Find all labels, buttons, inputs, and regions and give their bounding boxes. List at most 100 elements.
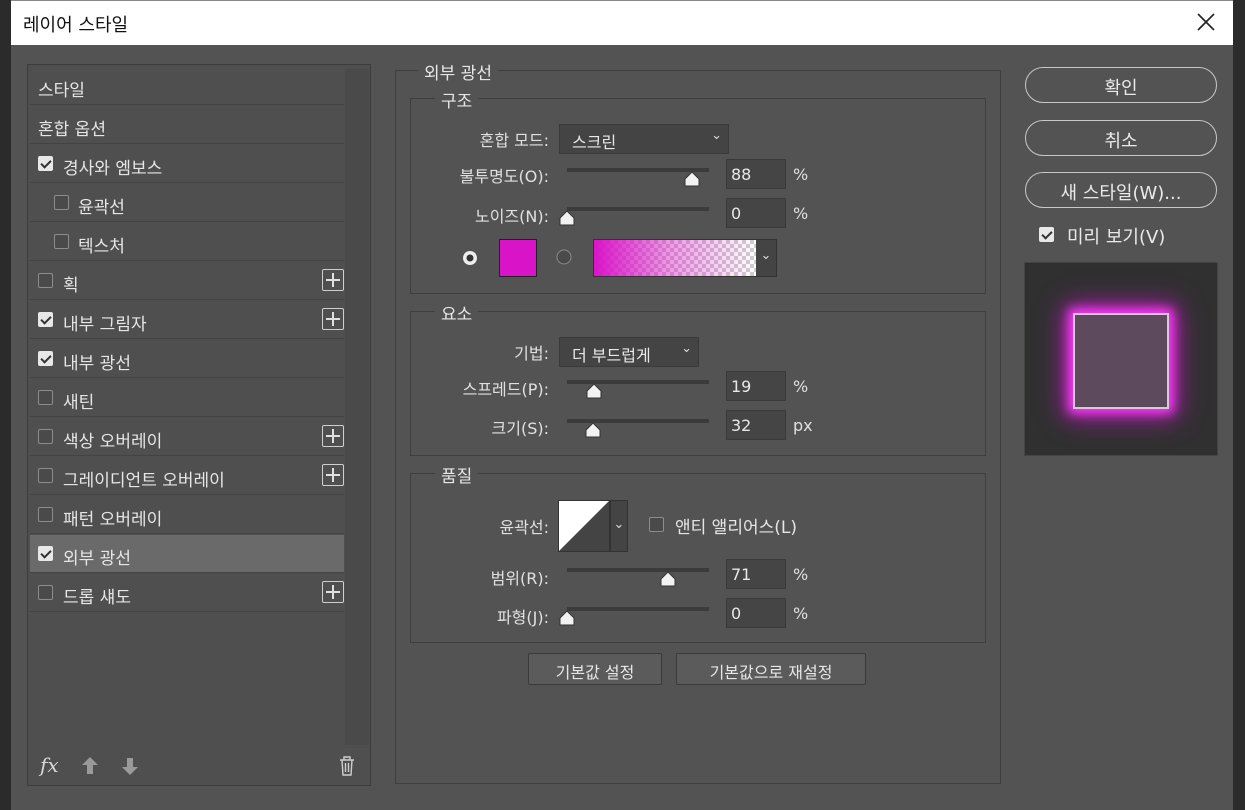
spread-unit: %: [793, 377, 809, 396]
style-item-label: 색상 오버레이: [63, 432, 163, 452]
style-item-label: 획: [63, 276, 79, 296]
style-item-checkbox[interactable]: [38, 468, 53, 483]
style-item[interactable]: 드롭 섀도: [30, 574, 344, 612]
opacity-input[interactable]: 88: [726, 159, 786, 189]
outer-glow-panel: 외부 광선 구조 혼합 모드: 스크린 ⌄ 불투명도(O): 88 % 노이즈(…: [395, 59, 1001, 784]
reset-default-button[interactable]: 기본값으로 재설정: [676, 653, 866, 685]
range-input[interactable]: 71: [726, 559, 786, 589]
technique-value: 더 부드럽게: [572, 346, 651, 365]
fx-icon[interactable]: fx: [40, 753, 59, 777]
glow-color-swatch[interactable]: [499, 239, 537, 277]
jitter-slider-thumb[interactable]: [559, 610, 575, 626]
style-item-checkbox[interactable]: [38, 273, 53, 288]
blend-mode-dropdown[interactable]: 스크린 ⌄: [559, 124, 729, 154]
panel-title: 외부 광선: [418, 59, 498, 84]
noise-input[interactable]: 0: [726, 198, 786, 228]
move-down-icon[interactable]: [120, 755, 140, 777]
move-up-icon[interactable]: [80, 755, 100, 777]
opacity-slider-thumb[interactable]: [684, 171, 700, 187]
spread-input[interactable]: 19: [726, 371, 786, 401]
jitter-label: 파형(J):: [496, 608, 549, 627]
jitter-input[interactable]: 0: [726, 598, 786, 628]
style-item[interactable]: 윤곽선: [30, 184, 344, 222]
jitter-slider-track[interactable]: [567, 607, 709, 611]
dialog-title: 레이어 스타일: [23, 15, 129, 36]
contour-picker[interactable]: [558, 500, 610, 552]
cancel-button[interactable]: 취소: [1025, 120, 1217, 156]
style-item[interactable]: 혼합 옵션: [30, 106, 344, 144]
style-item-checkbox[interactable]: [38, 546, 53, 561]
size-unit: px: [793, 416, 813, 435]
style-item-checkbox[interactable]: [54, 234, 69, 249]
size-label: 크기(S):: [491, 419, 549, 438]
noise-unit: %: [793, 204, 809, 223]
style-item[interactable]: 패턴 오버레이: [30, 496, 344, 534]
jitter-unit: %: [793, 604, 809, 623]
style-item-label: 경사와 엠보스: [63, 159, 163, 179]
style-item-checkbox[interactable]: [54, 195, 69, 210]
add-instance-icon[interactable]: [322, 464, 344, 486]
make-default-button[interactable]: 기본값 설정: [528, 653, 662, 685]
style-item-label: 텍스처: [78, 237, 125, 257]
gradient-picker[interactable]: ⌄: [593, 239, 777, 277]
chevron-down-icon: ⌄: [681, 341, 692, 356]
title-bar: 레이어 스타일: [11, 0, 1233, 45]
close-icon: [1197, 13, 1215, 31]
style-item-label: 패턴 오버레이: [63, 510, 163, 530]
size-input[interactable]: 32: [726, 410, 786, 440]
solid-color-radio[interactable]: [461, 249, 479, 267]
add-instance-icon[interactable]: [322, 269, 344, 291]
preview-checkbox[interactable]: [1039, 227, 1054, 242]
antialias-label: 앤티 앨리어스(L): [675, 518, 797, 538]
chevron-down-icon: ⌄: [711, 128, 722, 143]
range-slider-thumb[interactable]: [660, 571, 676, 587]
style-item-label: 내부 그림자: [63, 315, 147, 335]
style-item-checkbox[interactable]: [38, 351, 53, 366]
style-item[interactable]: 색상 오버레이: [30, 418, 344, 456]
add-instance-icon[interactable]: [322, 425, 344, 447]
gradient-radio[interactable]: [555, 248, 573, 266]
style-item[interactable]: 내부 광선: [30, 340, 344, 378]
style-item-label: 혼합 옵션: [38, 120, 106, 140]
layer-style-dialog: 레이어 스타일 스타일혼합 옵션경사와 엠보스윤곽선텍스처획내부 그림자내부 광…: [11, 0, 1233, 810]
ok-button[interactable]: 확인: [1025, 67, 1217, 103]
blend-mode-label: 혼합 모드:: [479, 131, 549, 150]
new-style-button[interactable]: 새 스타일(W)...: [1025, 172, 1217, 208]
style-item-checkbox[interactable]: [38, 585, 53, 600]
spread-label: 스프레드(P):: [462, 380, 549, 399]
quality-group: 품질 윤곽선: ⌄ 앤티 앨리어스(L) 범위(R): 71 % 파형(J): …: [410, 462, 986, 643]
style-item-checkbox[interactable]: [38, 429, 53, 444]
style-item-checkbox[interactable]: [38, 156, 53, 171]
style-item[interactable]: 그레이디언트 오버레이: [30, 457, 344, 495]
close-button[interactable]: [1193, 9, 1219, 35]
style-item-label: 내부 광선: [63, 354, 131, 374]
noise-slider-thumb[interactable]: [559, 210, 575, 226]
elements-group: 요소 기법: 더 부드럽게 ⌄ 스프레드(P): 19 % 크기(S): 32 …: [410, 300, 986, 456]
structure-group: 구조 혼합 모드: 스크린 ⌄ 불투명도(O): 88 % 노이즈(N): 0 …: [410, 87, 986, 294]
add-instance-icon[interactable]: [322, 308, 344, 330]
style-item-label: 새틴: [63, 393, 95, 413]
style-item[interactable]: 내부 그림자: [30, 301, 344, 339]
range-unit: %: [793, 565, 809, 584]
style-item[interactable]: 경사와 엠보스: [30, 145, 344, 183]
antialias-checkbox[interactable]: [649, 517, 664, 532]
size-slider-thumb[interactable]: [585, 422, 601, 438]
chevron-down-icon[interactable]: ⌄: [610, 500, 628, 552]
add-instance-icon[interactable]: [322, 581, 344, 603]
range-slider-track[interactable]: [567, 568, 709, 572]
style-item[interactable]: 텍스처: [30, 223, 344, 261]
style-list-scrollbar[interactable]: [345, 69, 369, 745]
elements-legend: 요소: [435, 300, 479, 325]
style-item[interactable]: 외부 광선: [30, 535, 344, 573]
noise-slider-track[interactable]: [567, 207, 709, 211]
spread-slider-thumb[interactable]: [586, 383, 602, 399]
style-item-checkbox[interactable]: [38, 507, 53, 522]
style-item[interactable]: 새틴: [30, 379, 344, 417]
style-item[interactable]: 획: [30, 262, 344, 300]
style-item[interactable]: 스타일: [30, 67, 344, 105]
style-item-checkbox[interactable]: [38, 390, 53, 405]
style-item-checkbox[interactable]: [38, 312, 53, 327]
trash-icon[interactable]: [338, 755, 356, 777]
technique-dropdown[interactable]: 더 부드럽게 ⌄: [559, 337, 699, 367]
chevron-down-icon[interactable]: ⌄: [756, 240, 776, 276]
